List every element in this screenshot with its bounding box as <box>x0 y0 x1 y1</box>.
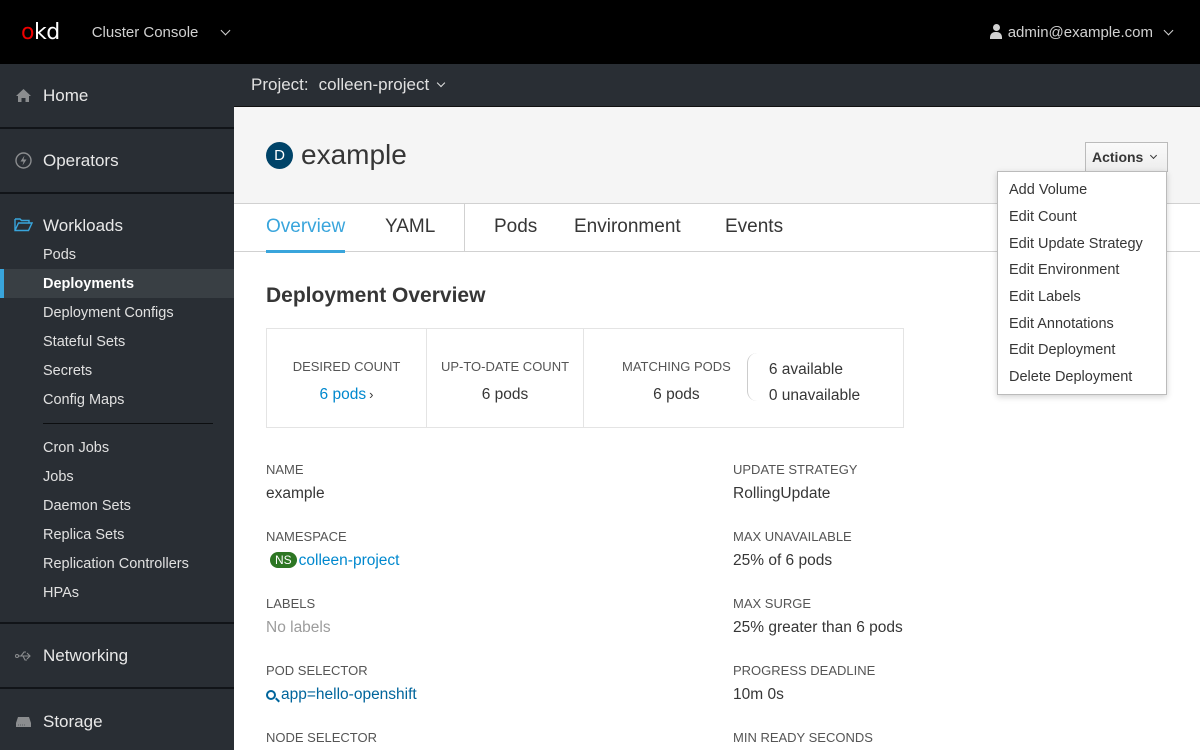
sidebar-item-config-maps[interactable]: Config Maps <box>0 385 234 414</box>
sidebar-item-networking[interactable]: Networking <box>0 624 234 689</box>
sidebar-item-home[interactable]: Home <box>0 64 234 129</box>
update-strategy-value: RollingUpdate <box>733 485 831 502</box>
network-icon <box>14 647 32 665</box>
sidebar-item-operators[interactable]: Operators <box>0 129 234 194</box>
sidebar-item-secrets[interactable]: Secrets <box>0 356 234 385</box>
page-title: D example <box>266 139 407 171</box>
max-surge-value: 25% greater than 6 pods <box>733 619 903 636</box>
sidebar-divider <box>43 423 213 424</box>
tab-overview[interactable]: Overview <box>266 216 346 253</box>
tab-separator <box>464 204 465 252</box>
details-right: UPDATE STRATEGY RollingUpdate MAX UNAVAI… <box>733 462 903 748</box>
name-value: example <box>266 485 325 502</box>
chevron-down-icon <box>220 25 231 35</box>
stat-desired-count: DESIRED COUNT 6 pods › <box>267 329 427 427</box>
max-unavailable-label: MAX UNAVAILABLE <box>733 529 852 544</box>
project-selector[interactable]: colleen-project <box>319 75 446 95</box>
progress-deadline-label: PROGRESS DEADLINE <box>733 663 876 678</box>
menu-item-edit-labels[interactable]: Edit Labels <box>998 284 1166 311</box>
sidebar-item-storage[interactable]: Storage <box>0 689 234 750</box>
unavailable-count: 0 unavailable <box>768 387 861 404</box>
sidebar-item-pods[interactable]: Pods <box>0 240 234 269</box>
pod-selector-label: POD SELECTOR <box>266 663 368 678</box>
masthead: okd Cluster Console admin@example.com <box>0 0 1200 64</box>
tab-pods[interactable]: Pods <box>494 216 537 252</box>
max-unavailable-value: 25% of 6 pods <box>733 552 833 569</box>
namespace-badge: NS <box>270 552 297 568</box>
chevron-down-icon <box>436 78 446 88</box>
menu-item-edit-count[interactable]: Edit Count <box>998 204 1166 231</box>
resource-name: example <box>301 139 407 170</box>
actions-button[interactable]: Actions <box>1085 142 1168 172</box>
node-selector-label: NODE SELECTOR <box>266 730 378 745</box>
menu-item-edit-annotations[interactable]: Edit Annotations <box>998 310 1166 337</box>
chevron-right-icon: › <box>369 387 374 402</box>
labels-label: LABELS <box>266 596 316 611</box>
available-count: 6 available <box>768 361 843 378</box>
console-switcher[interactable]: Cluster Console <box>91 23 231 41</box>
details-left: NAME example NAMESPACE NS colleen-project… <box>266 462 417 748</box>
console-switcher-label: Cluster Console <box>91 23 199 41</box>
tab-environment[interactable]: Environment <box>574 216 681 252</box>
menu-item-edit-update-strategy[interactable]: Edit Update Strategy <box>998 230 1166 257</box>
brace-divider <box>746 353 759 401</box>
pod-selector-value: app=hello-openshift <box>266 681 417 730</box>
sidebar: Home Operators Workloads Pods Deployment… <box>0 64 234 750</box>
tab-events[interactable]: Events <box>725 216 783 252</box>
menu-item-edit-deployment[interactable]: Edit Deployment <box>998 337 1166 364</box>
namespace-label: NAMESPACE <box>266 529 347 544</box>
update-strategy-label: UPDATE STRATEGY <box>733 462 858 477</box>
desired-count-link[interactable]: 6 pods › <box>320 386 374 404</box>
section-title: Deployment Overview <box>266 284 486 307</box>
sidebar-item-replication-controllers[interactable]: Replication Controllers <box>0 549 234 578</box>
sidebar-section-workloads: Workloads Pods Deployments Deployment Co… <box>0 194 234 624</box>
okd-logo[interactable]: okd <box>21 20 60 45</box>
pod-stats: DESIRED COUNT 6 pods › UP-TO-DATE COUNT 6… <box>266 328 904 428</box>
folder-open-icon <box>14 217 34 235</box>
namespace-value: NS colleen-project <box>266 547 417 596</box>
sidebar-item-daemon-sets[interactable]: Daemon Sets <box>0 491 234 520</box>
labels-value: No labels <box>266 619 331 636</box>
pod-selector-link[interactable]: app=hello-openshift <box>266 686 417 703</box>
user-icon <box>989 24 1002 40</box>
sidebar-item-jobs[interactable]: Jobs <box>0 462 234 491</box>
stat-matching-pods: MATCHING PODS 6 pods 6 available 0 unava… <box>584 329 903 427</box>
chevron-down-icon <box>1163 25 1174 35</box>
min-ready-seconds-label: MIN READY SECONDS <box>733 730 873 745</box>
home-icon <box>14 87 32 105</box>
sidebar-item-cron-jobs[interactable]: Cron Jobs <box>0 433 234 462</box>
search-icon <box>266 690 276 700</box>
menu-item-edit-environment[interactable]: Edit Environment <box>998 257 1166 284</box>
deployment-kind-badge: D <box>266 141 293 169</box>
tab-yaml[interactable]: YAML <box>385 216 435 252</box>
chevron-down-icon <box>1150 151 1158 159</box>
project-bar: Project: colleen-project <box>234 64 1200 107</box>
sidebar-item-deployments[interactable]: Deployments <box>0 269 234 298</box>
sidebar-item-stateful-sets[interactable]: Stateful Sets <box>0 327 234 356</box>
user-menu[interactable]: admin@example.com <box>989 0 1174 64</box>
stat-up-to-date: UP-TO-DATE COUNT 6 pods <box>427 329 584 427</box>
project-label: Project: <box>251 75 309 94</box>
bolt-icon <box>14 152 32 170</box>
sidebar-item-replica-sets[interactable]: Replica Sets <box>0 520 234 549</box>
menu-item-add-volume[interactable]: Add Volume <box>998 177 1166 204</box>
progress-deadline-value: 10m 0s <box>733 686 784 703</box>
max-surge-label: MAX SURGE <box>733 596 812 611</box>
user-name: admin@example.com <box>1007 23 1153 41</box>
actions-menu: Add Volume Edit Count Edit Update Strate… <box>997 171 1167 395</box>
storage-icon <box>14 713 32 731</box>
sidebar-item-deployment-configs[interactable]: Deployment Configs <box>0 298 234 327</box>
menu-item-delete-deployment[interactable]: Delete Deployment <box>998 364 1166 391</box>
name-label: NAME <box>266 462 304 477</box>
sidebar-item-hpas[interactable]: HPAs <box>0 578 234 607</box>
namespace-link[interactable]: colleen-project <box>299 552 400 569</box>
